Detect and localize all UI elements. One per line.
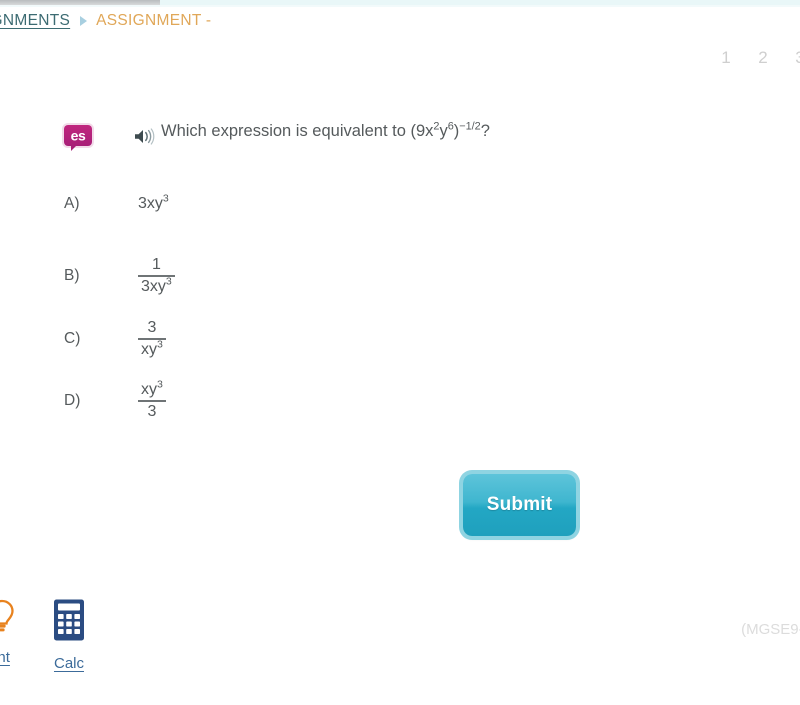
pagination: 1 2 3	[718, 48, 800, 68]
triangle-right-icon	[80, 16, 88, 26]
fraction-c-denominator-base: xy	[141, 340, 157, 358]
question-prompt: Which expression is equivalent to (9x2y6…	[161, 120, 490, 142]
submit-button[interactable]: Submit	[463, 474, 576, 536]
top-divider	[0, 5, 800, 7]
fraction-b-denominator: 3xy3	[138, 275, 175, 296]
answer-choice-c[interactable]: C) 3 xy3	[64, 319, 166, 359]
fraction-b-denominator-exponent: 3	[165, 275, 172, 288]
fraction-c-numerator: 3	[147, 319, 157, 336]
breadcrumb: ASSIGNMENTS ASSIGNMENT -	[0, 12, 211, 30]
fraction-d-numerator: xy3	[138, 378, 166, 400]
answer-choice-a-base: 3xy	[138, 195, 163, 212]
fraction-c: 3 xy3	[138, 319, 166, 359]
speech-bubble-tail-icon	[71, 145, 77, 151]
answer-choice-a[interactable]: A) 3xy3	[64, 192, 169, 213]
fraction-c-denominator-exponent: 3	[157, 338, 163, 351]
fraction-b: 1 3xy3	[138, 256, 175, 296]
fraction-d-denominator: 3	[147, 402, 157, 420]
breadcrumb-assignments-link[interactable]: ASSIGNMENTS	[0, 12, 70, 30]
question-suffix: ?	[480, 122, 490, 140]
answer-choice-a-letter: A)	[64, 195, 80, 213]
page-number-2[interactable]: 2	[755, 48, 771, 68]
answer-choice-c-value: 3 xy3	[138, 319, 166, 359]
page-number-1[interactable]: 1	[718, 48, 734, 68]
fraction-d-numerator-exponent: 3	[157, 378, 163, 391]
hint-label: int	[0, 649, 10, 666]
breadcrumb-current-assignment: ASSIGNMENT -	[96, 12, 212, 29]
fraction-d: xy3 3	[138, 378, 166, 421]
speaker-audio-icon[interactable]	[134, 128, 155, 150]
answer-choice-d-value: xy3 3	[138, 378, 166, 421]
fraction-c-denominator: xy3	[138, 338, 166, 359]
calc-label: Calc	[53, 655, 84, 672]
fraction-b-denominator-base: 3xy	[141, 277, 166, 295]
page-number-3[interactable]: 3	[792, 48, 800, 68]
answer-choice-c-letter: C)	[64, 330, 81, 348]
calculator-button[interactable]: Calc	[50, 598, 88, 672]
answer-choice-d-letter: D)	[64, 392, 81, 410]
question-row: es Which expression is equivalent to (9x…	[64, 120, 490, 151]
answer-choice-d[interactable]: D) xy3 3	[64, 378, 166, 421]
hint-button[interactable]: int	[0, 598, 18, 666]
answer-choice-a-value: 3xy3	[138, 192, 169, 213]
calculator-icon	[50, 598, 88, 647]
fraction-b-numerator: 1	[151, 256, 161, 273]
standard-code: (MGSE9-1	[741, 621, 800, 638]
answer-choice-b-letter: B)	[64, 267, 80, 285]
question-outer-exponent: −1/2	[459, 120, 481, 133]
question-prompt-text: Which expression is equivalent to (9x	[161, 122, 434, 140]
question-variable-y: y	[439, 122, 448, 140]
fraction-d-numerator-base: xy	[141, 381, 157, 398]
lightbulb-icon	[0, 598, 18, 641]
answer-choice-a-exponent: 3	[162, 192, 169, 205]
spanish-translation-badge[interactable]: es	[64, 125, 92, 151]
answer-choice-b-value: 1 3xy3	[138, 256, 175, 296]
spanish-badge-label: es	[70, 127, 86, 144]
answer-choice-b[interactable]: B) 1 3xy3	[64, 256, 175, 296]
